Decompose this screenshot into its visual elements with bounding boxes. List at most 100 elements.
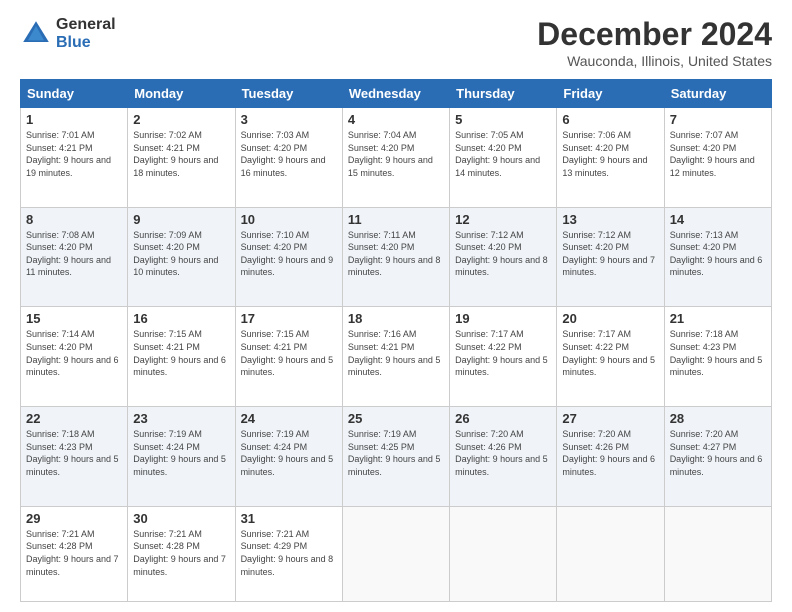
day-cell: 19 Sunrise: 7:17 AMSunset: 4:22 PMDaylig…: [450, 307, 557, 407]
day-number: 3: [241, 112, 337, 127]
day-cell: 4 Sunrise: 7:04 AMSunset: 4:20 PMDayligh…: [342, 108, 449, 208]
logo-text: General Blue: [56, 16, 116, 51]
day-number: 10: [241, 212, 337, 227]
col-header-sunday: Sunday: [21, 80, 128, 108]
week-row-3: 15 Sunrise: 7:14 AMSunset: 4:20 PMDaylig…: [21, 307, 772, 407]
day-cell: 16 Sunrise: 7:15 AMSunset: 4:21 PMDaylig…: [128, 307, 235, 407]
day-info: Sunrise: 7:05 AMSunset: 4:20 PMDaylight:…: [455, 130, 540, 178]
day-cell: 27 Sunrise: 7:20 AMSunset: 4:26 PMDaylig…: [557, 407, 664, 507]
week-row-5: 29 Sunrise: 7:21 AMSunset: 4:28 PMDaylig…: [21, 506, 772, 601]
week-row-2: 8 Sunrise: 7:08 AMSunset: 4:20 PMDayligh…: [21, 207, 772, 307]
day-cell: 14 Sunrise: 7:13 AMSunset: 4:20 PMDaylig…: [664, 207, 771, 307]
day-cell: 7 Sunrise: 7:07 AMSunset: 4:20 PMDayligh…: [664, 108, 771, 208]
week-row-4: 22 Sunrise: 7:18 AMSunset: 4:23 PMDaylig…: [21, 407, 772, 507]
day-cell: 6 Sunrise: 7:06 AMSunset: 4:20 PMDayligh…: [557, 108, 664, 208]
day-info: Sunrise: 7:06 AMSunset: 4:20 PMDaylight:…: [562, 130, 647, 178]
day-info: Sunrise: 7:02 AMSunset: 4:21 PMDaylight:…: [133, 130, 218, 178]
logo-icon: [20, 18, 52, 50]
day-number: 17: [241, 311, 337, 326]
calendar-table: SundayMondayTuesdayWednesdayThursdayFrid…: [20, 79, 772, 602]
day-cell: 17 Sunrise: 7:15 AMSunset: 4:21 PMDaylig…: [235, 307, 342, 407]
day-cell: 3 Sunrise: 7:03 AMSunset: 4:20 PMDayligh…: [235, 108, 342, 208]
day-number: 22: [26, 411, 122, 426]
day-info: Sunrise: 7:09 AMSunset: 4:20 PMDaylight:…: [133, 230, 218, 278]
day-cell: 8 Sunrise: 7:08 AMSunset: 4:20 PMDayligh…: [21, 207, 128, 307]
day-number: 27: [562, 411, 658, 426]
day-cell: [450, 506, 557, 601]
day-number: 19: [455, 311, 551, 326]
day-info: Sunrise: 7:19 AMSunset: 4:24 PMDaylight:…: [133, 429, 226, 477]
day-info: Sunrise: 7:21 AMSunset: 4:29 PMDaylight:…: [241, 529, 334, 577]
day-info: Sunrise: 7:15 AMSunset: 4:21 PMDaylight:…: [241, 329, 334, 377]
day-number: 6: [562, 112, 658, 127]
day-number: 11: [348, 212, 444, 227]
day-cell: 22 Sunrise: 7:18 AMSunset: 4:23 PMDaylig…: [21, 407, 128, 507]
day-info: Sunrise: 7:17 AMSunset: 4:22 PMDaylight:…: [562, 329, 655, 377]
day-info: Sunrise: 7:14 AMSunset: 4:20 PMDaylight:…: [26, 329, 119, 377]
day-cell: 28 Sunrise: 7:20 AMSunset: 4:27 PMDaylig…: [664, 407, 771, 507]
col-header-thursday: Thursday: [450, 80, 557, 108]
day-number: 7: [670, 112, 766, 127]
day-cell: 21 Sunrise: 7:18 AMSunset: 4:23 PMDaylig…: [664, 307, 771, 407]
day-info: Sunrise: 7:04 AMSunset: 4:20 PMDaylight:…: [348, 130, 433, 178]
day-info: Sunrise: 7:08 AMSunset: 4:20 PMDaylight:…: [26, 230, 111, 278]
day-cell: 29 Sunrise: 7:21 AMSunset: 4:28 PMDaylig…: [21, 506, 128, 601]
day-cell: 13 Sunrise: 7:12 AMSunset: 4:20 PMDaylig…: [557, 207, 664, 307]
day-cell: 1 Sunrise: 7:01 AMSunset: 4:21 PMDayligh…: [21, 108, 128, 208]
day-info: Sunrise: 7:13 AMSunset: 4:20 PMDaylight:…: [670, 230, 763, 278]
col-header-saturday: Saturday: [664, 80, 771, 108]
day-info: Sunrise: 7:12 AMSunset: 4:20 PMDaylight:…: [562, 230, 655, 278]
day-cell: 31 Sunrise: 7:21 AMSunset: 4:29 PMDaylig…: [235, 506, 342, 601]
day-info: Sunrise: 7:03 AMSunset: 4:20 PMDaylight:…: [241, 130, 326, 178]
day-info: Sunrise: 7:18 AMSunset: 4:23 PMDaylight:…: [670, 329, 763, 377]
day-number: 31: [241, 511, 337, 526]
day-number: 4: [348, 112, 444, 127]
day-number: 13: [562, 212, 658, 227]
day-info: Sunrise: 7:16 AMSunset: 4:21 PMDaylight:…: [348, 329, 441, 377]
title-block: December 2024 Wauconda, Illinois, United…: [537, 16, 772, 69]
day-number: 30: [133, 511, 229, 526]
day-info: Sunrise: 7:01 AMSunset: 4:21 PMDaylight:…: [26, 130, 111, 178]
day-cell: [664, 506, 771, 601]
logo: General Blue: [20, 16, 116, 51]
day-number: 28: [670, 411, 766, 426]
day-number: 25: [348, 411, 444, 426]
day-cell: 9 Sunrise: 7:09 AMSunset: 4:20 PMDayligh…: [128, 207, 235, 307]
day-number: 24: [241, 411, 337, 426]
day-cell: 24 Sunrise: 7:19 AMSunset: 4:24 PMDaylig…: [235, 407, 342, 507]
day-number: 29: [26, 511, 122, 526]
logo-general-text: General: [56, 16, 116, 34]
day-number: 21: [670, 311, 766, 326]
day-cell: 26 Sunrise: 7:20 AMSunset: 4:26 PMDaylig…: [450, 407, 557, 507]
day-info: Sunrise: 7:10 AMSunset: 4:20 PMDaylight:…: [241, 230, 334, 278]
day-number: 14: [670, 212, 766, 227]
day-number: 8: [26, 212, 122, 227]
page: General Blue December 2024 Wauconda, Ill…: [0, 0, 792, 612]
day-cell: 23 Sunrise: 7:19 AMSunset: 4:24 PMDaylig…: [128, 407, 235, 507]
day-info: Sunrise: 7:17 AMSunset: 4:22 PMDaylight:…: [455, 329, 548, 377]
day-number: 23: [133, 411, 229, 426]
day-number: 20: [562, 311, 658, 326]
col-header-wednesday: Wednesday: [342, 80, 449, 108]
day-cell: [557, 506, 664, 601]
day-number: 2: [133, 112, 229, 127]
day-cell: 12 Sunrise: 7:12 AMSunset: 4:20 PMDaylig…: [450, 207, 557, 307]
header-row: SundayMondayTuesdayWednesdayThursdayFrid…: [21, 80, 772, 108]
col-header-monday: Monday: [128, 80, 235, 108]
day-info: Sunrise: 7:19 AMSunset: 4:24 PMDaylight:…: [241, 429, 334, 477]
day-info: Sunrise: 7:20 AMSunset: 4:27 PMDaylight:…: [670, 429, 763, 477]
month-title: December 2024: [537, 16, 772, 53]
day-info: Sunrise: 7:20 AMSunset: 4:26 PMDaylight:…: [562, 429, 655, 477]
day-info: Sunrise: 7:11 AMSunset: 4:20 PMDaylight:…: [348, 230, 441, 278]
day-number: 5: [455, 112, 551, 127]
week-row-1: 1 Sunrise: 7:01 AMSunset: 4:21 PMDayligh…: [21, 108, 772, 208]
day-number: 1: [26, 112, 122, 127]
day-cell: 5 Sunrise: 7:05 AMSunset: 4:20 PMDayligh…: [450, 108, 557, 208]
day-cell: 18 Sunrise: 7:16 AMSunset: 4:21 PMDaylig…: [342, 307, 449, 407]
day-number: 15: [26, 311, 122, 326]
day-cell: 11 Sunrise: 7:11 AMSunset: 4:20 PMDaylig…: [342, 207, 449, 307]
logo-blue-text: Blue: [56, 34, 116, 52]
day-cell: 30 Sunrise: 7:21 AMSunset: 4:28 PMDaylig…: [128, 506, 235, 601]
day-cell: 20 Sunrise: 7:17 AMSunset: 4:22 PMDaylig…: [557, 307, 664, 407]
header: General Blue December 2024 Wauconda, Ill…: [20, 16, 772, 69]
